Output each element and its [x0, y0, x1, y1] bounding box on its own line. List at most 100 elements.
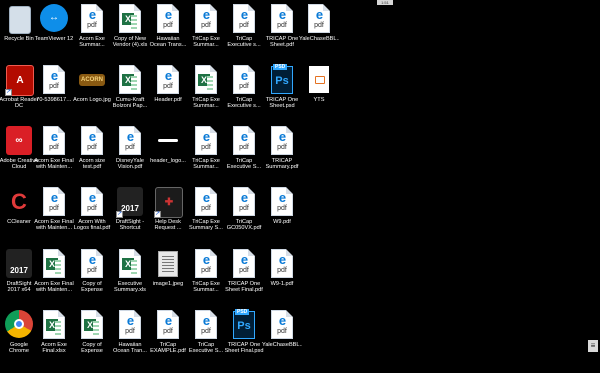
desktop-icon-label: TRICAP One Sheet.pdf — [265, 36, 299, 49]
icon-glyph: X — [116, 64, 144, 96]
desktop-icon-label: TriCap Executive S... — [188, 342, 224, 355]
icon-glyph: e pdf — [268, 248, 296, 280]
desktop-icon-w9-pdf[interactable]: e pdf W9.pdf — [263, 185, 301, 243]
pdf-file-icon: e pdf — [119, 310, 141, 339]
desktop-icon-help-desk-request[interactable]: ✚ ↗ Help Desk Request ... — [149, 185, 187, 243]
desktop-icon-cumu-kraft-bolzoni[interactable]: X Cumu-Kraft Bolzoni Pap... — [111, 63, 149, 121]
desktop-icon-copy-of-expense-repo-1[interactable]: epdf Copy of Expense Repo... — [73, 247, 111, 305]
icon-glyph: e pdf — [268, 309, 296, 341]
pdf-file-icon: e pdf — [81, 126, 103, 155]
desktop-icon-tricap-summary[interactable]: e pdf TRICAP Summary.pdf — [263, 124, 301, 182]
desktop-icon-teamviewer[interactable]: ↔ TeamViewer 12 — [35, 2, 73, 60]
icon-glyph: e pdf — [116, 309, 144, 341]
top-tray-widget[interactable]: 1:51 — [377, 0, 393, 5]
desktop-icon-executive-summary-xls[interactable]: X Executive Summary.xls — [111, 247, 149, 305]
desktop-icon-tricap-one-sheet-pdf[interactable]: e pdf TRICAP One Sheet.pdf — [263, 2, 301, 60]
desktop-icon-disneyyale-vision[interactable]: e pdf DisneyYale Vision.pdf — [111, 124, 149, 182]
desktop-icon-acorn-size-test[interactable]: e pdf Acorn size test.pdf — [73, 124, 111, 182]
icon-glyph: e pdf — [78, 248, 106, 280]
desktop-icon-acorn-with-logos-final[interactable]: e pdf Acorn With Logos final.pdf — [73, 185, 111, 243]
chrome-icon — [5, 310, 33, 338]
desktop-icon-tricap-exe-summar-2[interactable]: X TriCap Exe Summar... — [187, 63, 225, 121]
desktop-icon-label: TRICAP One Sheet Final.psd — [224, 342, 264, 355]
desktop-icon-copy-of-new-vendor[interactable]: X Copy of New Vendor (4).xls — [111, 2, 149, 60]
desktop-icon-image1-jpeg[interactable]: image1.jpeg — [149, 247, 187, 305]
desktop-icon-label: TRICAP One Sheet.psd — [265, 97, 299, 110]
icon-glyph: e pdf — [268, 186, 296, 218]
desktop-icon-tricap-example[interactable]: e pdf TriCap EXAMPLE.pdf — [149, 308, 187, 366]
desktop-icon-copy-of-expense-repo-2[interactable]: X Copy of Expense Repo... — [73, 308, 111, 366]
desktop[interactable]: Recycle Bin ↔ TeamViewer 12 e pdf Acorn Exe S… — [0, 0, 600, 373]
desktop-icon-tricap-executive-s-1[interactable]: e pdf TriCap Executive s... — [225, 2, 263, 60]
desktop-icon-label: TriCap Exe Summar... — [192, 281, 220, 294]
desktop-icon-label: 70-5398617… — [36, 97, 72, 103]
desktop-icon-acorn-exe-final-mainten-2[interactable]: e pdf Acorn Exe Final with Mainten... — [34, 185, 74, 243]
desktop-icon-label: Executive Summary.xls — [114, 281, 146, 294]
desktop-icon-label: YaleChaseBBL... — [262, 342, 302, 348]
desktop-icon-yalechasebbl-1[interactable]: e pdf YaleChaseBBL... — [299, 2, 339, 60]
desktop-icon-tricap-exe-summary-s[interactable]: e pdf TriCap Exe Summary S... — [187, 185, 225, 243]
desktop-icon-tricap-exe-summar-4[interactable]: e pdf TriCap Exe Summar... — [187, 247, 225, 305]
pdf-file-icon: e pdf — [43, 65, 65, 94]
desktop-icon-label: TriCap Exe Summar... — [192, 36, 220, 49]
icon-glyph: ACORN — [78, 64, 106, 96]
desktop-icon-tricap-executive-s-3[interactable]: e pdf TriCap Executive S... — [225, 124, 263, 182]
desktop-icon-label: TriCap Executive s... — [227, 97, 261, 110]
desktop-icon-draftsight-shortcut[interactable]: 2017 ↗ DraftSight - Shortcut — [111, 185, 149, 243]
desktop-icon-yts[interactable]: YTS — [300, 63, 338, 121]
icon-glyph: e pdf — [192, 186, 220, 218]
desktop-icon-tricap-one-sheet-psd-1[interactable]: Ps PSD TRICAP One Sheet.psd — [263, 63, 301, 121]
icon-glyph — [305, 64, 333, 96]
desktop-icon-recycle-bin[interactable]: Recycle Bin — [0, 2, 38, 60]
desktop-icon-acrobat-reader-dc[interactable]: A ↗ Acrobat Reader DC — [0, 63, 39, 121]
desktop-icon-hawaiian-ocean-trans[interactable]: e pdf Hawaiian Ocean Trans... — [149, 2, 187, 60]
desktop-icon-hawaiian-ocean-tran-2[interactable]: e pdf Hawaiian Ocean Tran... — [111, 308, 149, 366]
desktop-icon-acorn-logo-jpg[interactable]: ACORN Acorn Logo.jpg — [73, 63, 111, 121]
desktop-icon-label: Cumu-Kraft Bolzoni Pap... — [112, 97, 148, 110]
pdf-file-icon: e pdf — [271, 126, 293, 155]
desktop-icon-tricap-one-sheet-final-pdf[interactable]: e pdf TRICAP One Sheet Final.pdf — [225, 247, 263, 305]
desktop-icon-tricap-exe-summar-3[interactable]: e pdf TriCap Exe Summar... — [187, 124, 225, 182]
desktop-icon-acorn-exe-final-xlsx[interactable]: X Acorn Exe Final.xlsx — [35, 308, 73, 366]
desktop-icon-label: image1.jpeg — [152, 281, 184, 287]
desktop-icon-google-chrome[interactable]: Google Chrome — [0, 308, 38, 366]
desktop-icon-file-70-5398[interactable]: e pdf 70-5398617… — [35, 63, 73, 121]
desktop-icon-tricap-gc050vx[interactable]: e pdf TriCap GC050VX.pdf — [225, 185, 263, 243]
desktop-icon-tricap-exe-summar-1[interactable]: e pdf TriCap Exe Summar... — [187, 2, 225, 60]
desktop-icon-label: Copy of New Vendor (4).xls — [112, 36, 148, 49]
icon-glyph — [154, 125, 182, 157]
icon-glyph: e pdf — [230, 125, 258, 157]
desktop-icon-yalechasebbl-2[interactable]: e pdf YaleChaseBBL... — [262, 308, 302, 366]
desktop-icon-label: Acorn With Logos final.pdf — [73, 219, 111, 232]
pdf-file-icon: e pdf — [81, 187, 103, 216]
desktop-icon-acorn-exe-final-mainten-1[interactable]: e pdf Acorn Exe Final with Mainten... — [34, 124, 74, 182]
pdf-file-icon: e pdf — [43, 187, 65, 216]
desktop-icon-header-logo[interactable]: header_logo... — [149, 124, 187, 182]
desktop-icon-tricap-one-sheet-final-psd[interactable]: Ps PSD TRICAP One Sheet Final.psd — [225, 308, 263, 366]
desktop-icon-ccleaner[interactable]: C CCleaner — [0, 185, 38, 243]
side-menu-tab[interactable]: ≡ — [588, 340, 598, 352]
pdf-file-icon: e pdf — [119, 126, 141, 155]
draftsight-icon: 2017 — [6, 249, 32, 278]
icon-glyph: ✚ ↗ — [154, 186, 183, 218]
desktop-icon-label: Acorn Exe Final with Mainten... — [34, 281, 74, 294]
desktop-icon-w9-1-pdf[interactable]: e pdf W9-1.pdf — [263, 247, 301, 305]
icon-glyph — [5, 309, 33, 341]
desktop-icon-label: Acorn Logo.jpg — [73, 97, 111, 103]
pdf-file-icon: e pdf — [233, 187, 255, 216]
desktop-icon-acorn-exe-final-mainten-3[interactable]: X Acorn Exe Final with Mainten... — [34, 247, 74, 305]
icon-glyph: e pdf — [40, 125, 68, 157]
creative-cloud-icon: ∞ — [6, 126, 32, 155]
excel-file-icon: X — [119, 4, 141, 33]
desktop-icon-header-pdf[interactable]: e pdf Header.pdf — [149, 63, 187, 121]
desktop-icon-draftsight-2017[interactable]: 2017 DraftSight 2017 x64 — [0, 247, 38, 305]
desktop-icon-adobe-creative-cloud[interactable]: ∞ Adobe Creative Cloud — [0, 124, 38, 182]
excel-file-icon: X — [119, 65, 141, 94]
pdf-file-icon: e pdf — [157, 65, 179, 94]
desktop-icon-tricap-executive-s-2[interactable]: e pdf TriCap Executive s... — [225, 63, 263, 121]
pdf-file-icon: e pdf — [233, 4, 255, 33]
photoshop-file-icon: Ps — [271, 66, 293, 94]
desktop-icon-label: Copy of Expense Repo... — [81, 342, 103, 355]
desktop-icon-acorn-exe-summar[interactable]: e pdf Acorn Exe Summar... — [73, 2, 111, 60]
desktop-icon-tricap-executive-s-4[interactable]: e pdf TriCap Executive S... — [187, 308, 225, 366]
